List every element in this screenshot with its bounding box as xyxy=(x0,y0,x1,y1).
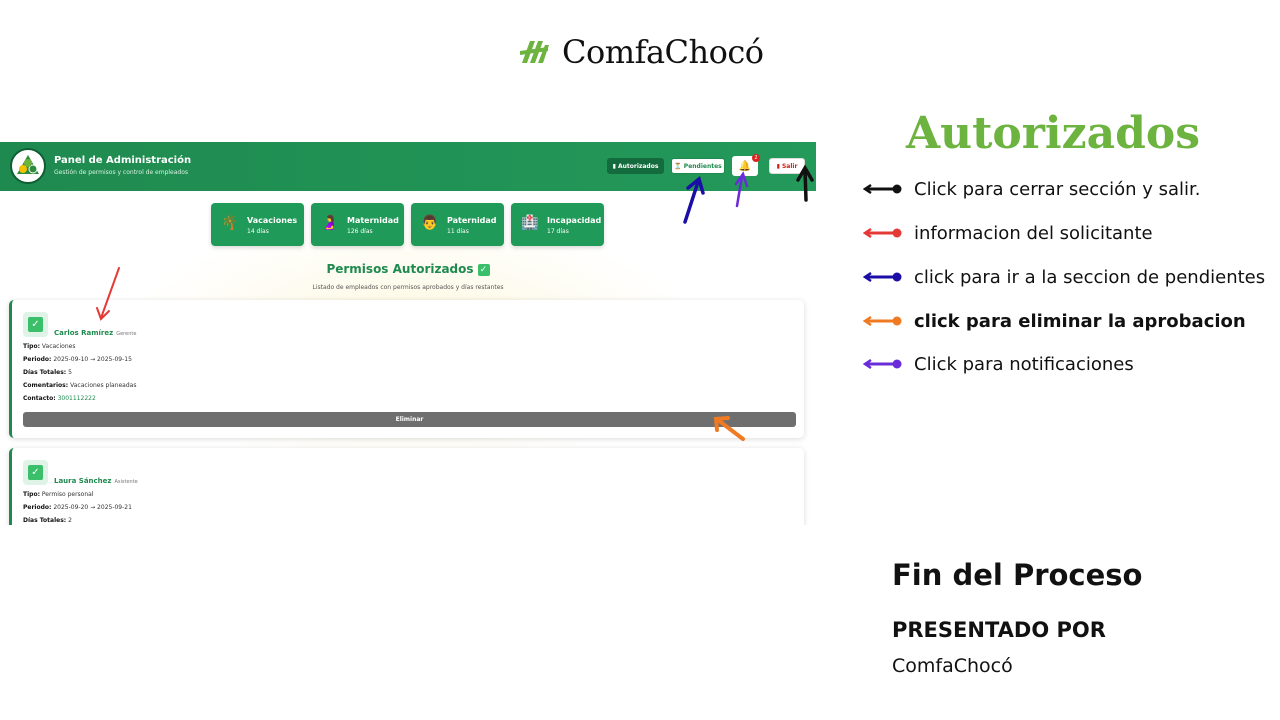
field-periodo: Periodo: 2025-09-20 → 2025-09-21 xyxy=(23,504,132,511)
legend-text: click para eliminar la aprobacion xyxy=(914,310,1246,332)
eliminar-button[interactable]: Eliminar xyxy=(23,412,796,427)
employee-name: Laura Sánchez xyxy=(54,477,112,485)
app-subtitle: Gestión de permisos y control de emplead… xyxy=(54,169,189,176)
check-icon: ✓ xyxy=(28,317,43,332)
avatar: ✓ xyxy=(23,312,48,337)
legend-text: Click para cerrar sección y salir. xyxy=(914,178,1201,200)
field-comentarios: Comentarios: Vacaciones planeadas xyxy=(23,382,137,389)
field-dias: Días Totales: 5 xyxy=(23,369,72,376)
stat-days: 11 días xyxy=(447,228,469,235)
check-icon: ✓ xyxy=(28,465,43,480)
app-topbar: Panel de Administración Gestión de permi… xyxy=(0,142,816,191)
legend-text: Click para notificaciones xyxy=(914,353,1134,375)
brand-logo: ComfaChocó xyxy=(518,30,764,74)
presented-by-label: PRESENTADO POR xyxy=(892,618,1106,642)
legend-text: click para ir a la seccion de pendientes xyxy=(914,266,1266,288)
app-screenshot: Panel de Administración Gestión de permi… xyxy=(0,142,816,525)
company-logo-icon xyxy=(10,148,46,184)
purple-arrow-icon xyxy=(862,358,902,370)
hospital-icon: 🏥 xyxy=(521,215,539,231)
stat-days: 14 días xyxy=(247,228,269,235)
pregnant-woman-icon: 🤰 xyxy=(321,215,339,231)
stat-days: 126 días xyxy=(347,228,373,235)
salir-button[interactable]: ▮ Salir xyxy=(769,158,805,174)
permission-card: ✓ Carlos Ramírez Gerente Tipo: Vacaciones… xyxy=(9,300,804,438)
brand-mark-icon xyxy=(520,41,549,63)
legend-item-notificaciones: Click para notificaciones xyxy=(862,353,1134,375)
pendientes-button[interactable]: ⏳ Pendientes xyxy=(671,158,725,174)
legend-item-eliminar: click para eliminar la aprobacion xyxy=(862,310,1246,332)
legend-item-solicitante: informacion del solicitante xyxy=(862,222,1153,244)
field-tipo: Tipo: Vacaciones xyxy=(23,343,76,350)
applicant-info: Laura Sánchez Asistente xyxy=(54,468,138,487)
stat-days: 17 días xyxy=(547,228,569,235)
field-tipo: Tipo: Permiso personal xyxy=(23,491,94,498)
field-periodo: Periodo: 2025-09-10 → 2025-09-15 xyxy=(23,356,132,363)
stat-vacaciones: 🌴 Vacaciones 14 días xyxy=(211,203,304,246)
stat-maternidad: 🤰 Maternidad 126 días xyxy=(311,203,404,246)
employee-role: Asistente xyxy=(114,479,138,485)
section-subtitle: Listado de empleados con permisos aproba… xyxy=(312,284,504,291)
stat-incapacidad: 🏥 Incapacidad 17 días xyxy=(511,203,604,246)
blue-arrow-icon xyxy=(862,271,902,283)
palm-tree-icon: 🌴 xyxy=(221,215,239,231)
bell-icon: 🔔 xyxy=(738,160,752,172)
applicant-info: Carlos Ramírez Gerente xyxy=(54,320,136,339)
brand-name: ComfaChocó xyxy=(562,33,764,71)
field-contacto: Contacto: 3001112222 xyxy=(23,395,96,402)
orange-arrow-icon xyxy=(862,315,902,327)
stat-label: Vacaciones xyxy=(247,216,298,225)
employee-name: Carlos Ramírez xyxy=(54,329,114,337)
legend-item-pendientes: click para ir a la seccion de pendientes xyxy=(862,266,1265,288)
presented-by-name: ComfaChocó xyxy=(892,655,1013,677)
employee-role: Gerente xyxy=(116,331,137,337)
app-title: Panel de Administración xyxy=(54,155,192,166)
field-dias: Días Totales: 2 xyxy=(23,517,72,524)
legend-item-salir: Click para cerrar sección y salir. xyxy=(862,178,1200,200)
notification-count-badge: 2 xyxy=(752,154,760,162)
stat-label: Incapacidad xyxy=(547,216,602,225)
panel-title: Autorizados xyxy=(905,108,1201,159)
check-icon: ✓ xyxy=(477,263,490,276)
man-icon: 👨 xyxy=(421,215,439,231)
end-title: Fin del Proceso xyxy=(892,558,1143,592)
section-title: Permisos Autorizados ✓ xyxy=(0,262,816,276)
phone-link[interactable]: 3001112222 xyxy=(58,395,96,402)
black-arrow-icon xyxy=(862,183,902,195)
stat-paternidad: 👨 Paternidad 11 días xyxy=(411,203,504,246)
red-arrow-icon xyxy=(862,227,902,239)
legend-text: informacion del solicitante xyxy=(914,222,1153,244)
permission-card: ✓ Laura Sánchez Asistente Tipo: Permiso p… xyxy=(9,448,804,525)
stat-label: Maternidad xyxy=(347,216,399,225)
autorizados-button[interactable]: ▮ Autorizados xyxy=(607,158,664,174)
stat-label: Paternidad xyxy=(447,216,497,225)
avatar: ✓ xyxy=(23,460,48,485)
